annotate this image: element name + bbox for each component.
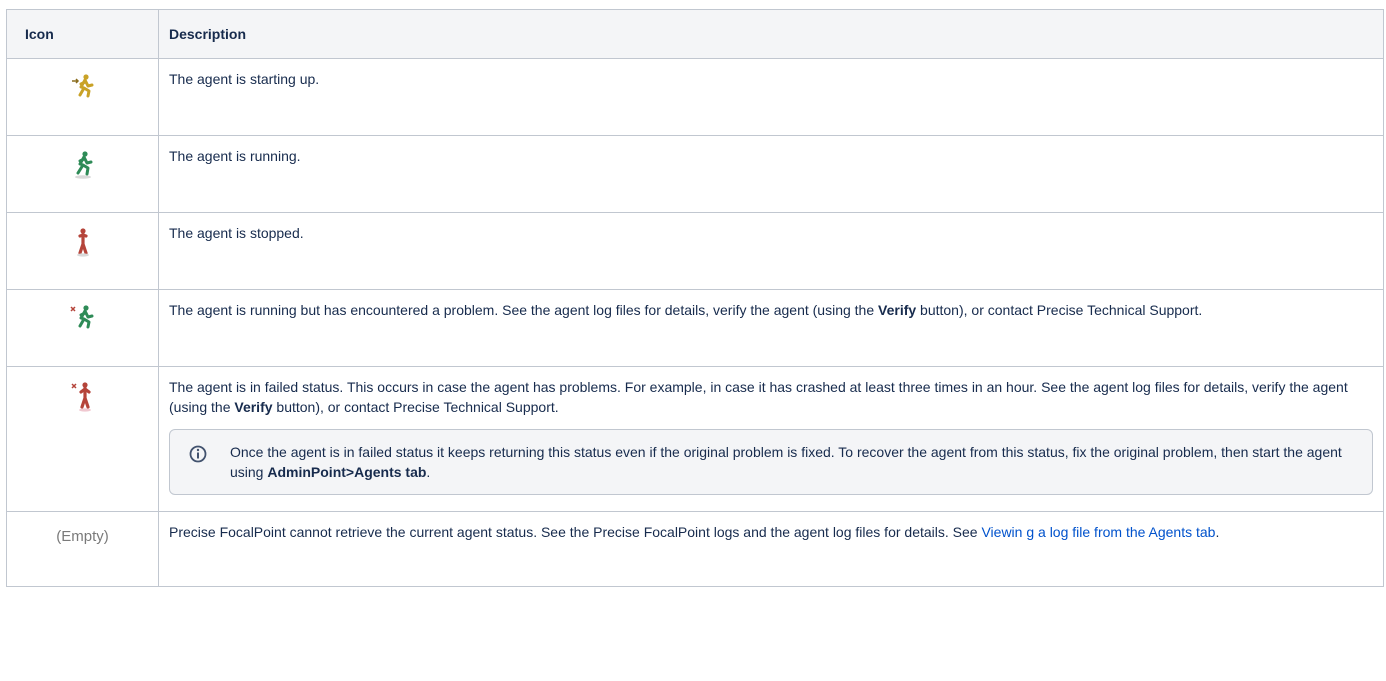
table-row: (Empty) Precise FocalPoint cannot retrie… bbox=[6, 511, 1384, 587]
description-text: . bbox=[1215, 524, 1220, 540]
icon-cell bbox=[6, 135, 159, 213]
agent-running-icon bbox=[74, 151, 92, 179]
info-text: . bbox=[426, 464, 431, 480]
table-row: The agent is running. bbox=[6, 135, 1384, 213]
icon-cell: (Empty) bbox=[6, 511, 159, 587]
header-icon: Icon bbox=[6, 9, 159, 59]
viewing-log-file-link[interactable]: Viewin g a log file from the Agents tab bbox=[981, 524, 1215, 540]
icon-cell bbox=[6, 212, 159, 290]
header-description: Description bbox=[158, 9, 1384, 59]
table-row: The agent is in failed status. This occu… bbox=[6, 366, 1384, 512]
table-row: The agent is running but has encountered… bbox=[6, 289, 1384, 367]
agent-status-table: Icon Description The agent is starting u… bbox=[6, 9, 1384, 587]
verify-button-reference: Verify bbox=[878, 302, 917, 318]
info-panel: Once the agent is in failed status it ke… bbox=[169, 429, 1373, 495]
description-cell: Precise FocalPoint cannot retrieve the c… bbox=[158, 511, 1384, 587]
description-text: The agent is running. bbox=[169, 148, 301, 164]
description-cell: The agent is in failed status. This occu… bbox=[158, 366, 1384, 512]
description-text: The agent is stopped. bbox=[169, 225, 304, 241]
description-text: The agent is starting up. bbox=[169, 71, 320, 87]
empty-status-label: (Empty) bbox=[56, 528, 109, 545]
verify-button-reference: Verify bbox=[234, 399, 273, 415]
icon-cell bbox=[6, 289, 159, 367]
description-cell: The agent is running. bbox=[158, 135, 1384, 213]
icon-cell bbox=[6, 366, 159, 512]
agent-starting-icon bbox=[71, 74, 93, 98]
table-row: The agent is starting up. bbox=[6, 58, 1384, 136]
description-cell: The agent is running but has encountered… bbox=[158, 289, 1384, 367]
agent-stopped-icon bbox=[76, 228, 89, 257]
description-cell: The agent is stopped. bbox=[158, 212, 1384, 290]
description-text: Precise FocalPoint cannot retrieve the c… bbox=[169, 524, 982, 540]
table-header-row: Icon Description bbox=[6, 9, 1384, 59]
info-icon bbox=[189, 445, 207, 463]
adminpoint-reference: AdminPoint>Agents tab bbox=[267, 464, 427, 480]
description-cell: The agent is starting up. bbox=[158, 58, 1384, 136]
agent-failed-icon bbox=[70, 382, 91, 412]
icon-cell bbox=[6, 58, 159, 136]
description-text: The agent is running but has encountered… bbox=[169, 302, 879, 318]
description-text: button), or contact Precise Technical Su… bbox=[916, 302, 1203, 318]
table-row: The agent is stopped. bbox=[6, 212, 1384, 290]
agent-problem-icon bbox=[69, 305, 93, 329]
description-text: button), or contact Precise Technical Su… bbox=[272, 399, 559, 415]
